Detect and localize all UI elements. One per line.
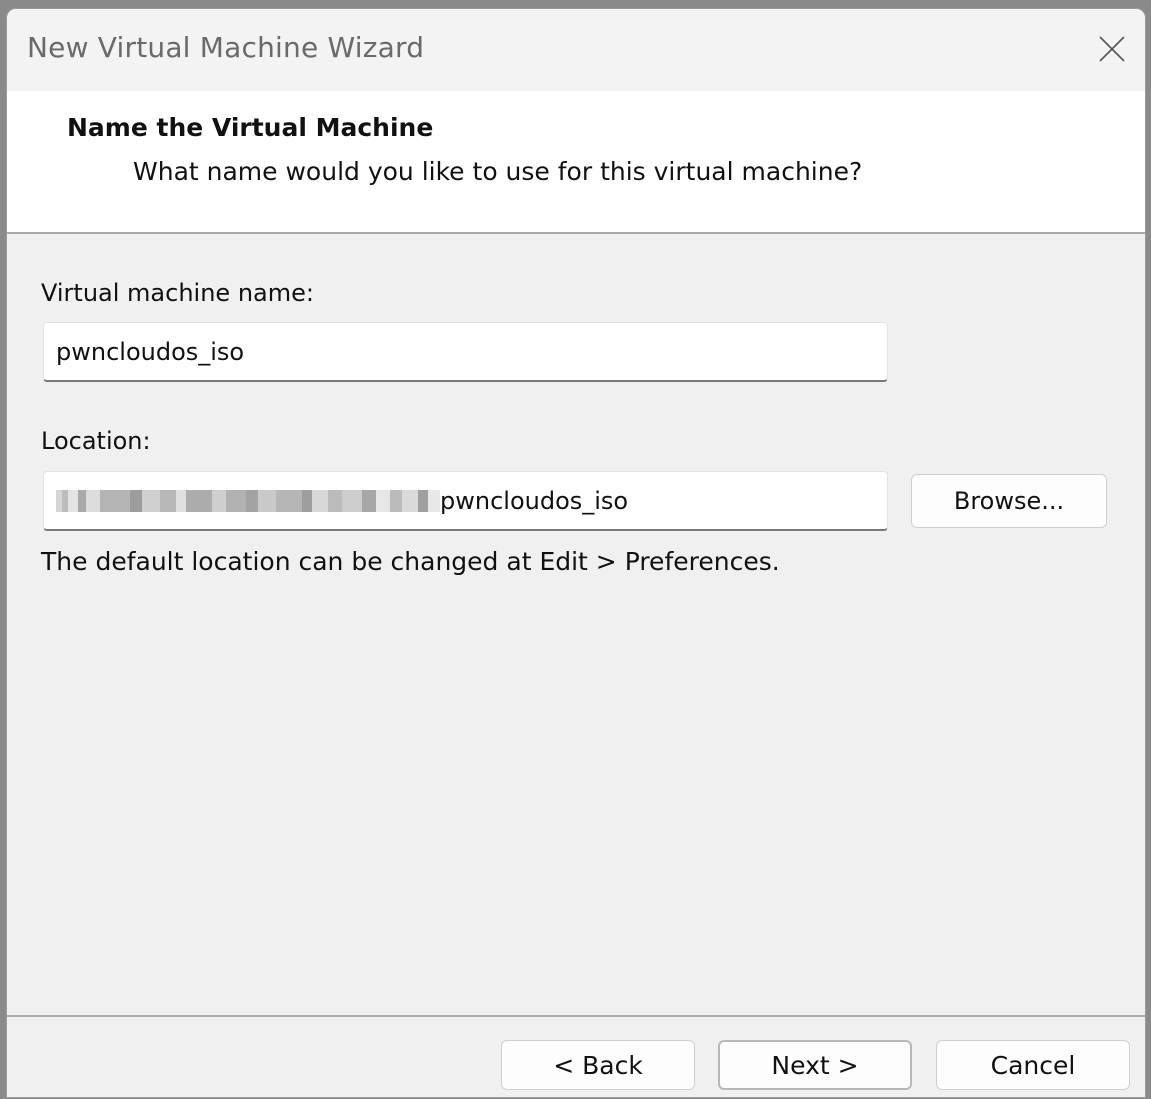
- wizard-header: Name the Virtual Machine What name would…: [7, 91, 1145, 234]
- location-hint: The default location can be changed at E…: [41, 547, 780, 576]
- vm-name-label: Virtual machine name:: [41, 279, 314, 307]
- location-value: pwncloudos_iso: [440, 486, 629, 515]
- location-path-redacted: [56, 489, 440, 512]
- page-subtitle: What name would you like to use for this…: [133, 157, 863, 186]
- wizard-window: New Virtual Machine Wizard Name the Virt…: [6, 8, 1146, 1098]
- window-title: New Virtual Machine Wizard: [27, 31, 425, 64]
- title-bar: New Virtual Machine Wizard: [7, 9, 1145, 91]
- vm-name-input[interactable]: pwncloudos_iso: [43, 322, 888, 382]
- footer-divider: [7, 1015, 1145, 1017]
- close-icon: [1099, 36, 1125, 62]
- location-input[interactable]: pwncloudos_iso: [43, 471, 888, 531]
- back-button[interactable]: < Back: [501, 1040, 695, 1090]
- location-label: Location:: [41, 427, 151, 455]
- vm-name-value: pwncloudos_iso: [56, 337, 245, 366]
- close-button[interactable]: [1075, 9, 1145, 91]
- page-title: Name the Virtual Machine: [67, 113, 434, 142]
- browse-button[interactable]: Browse...: [911, 474, 1107, 528]
- next-button[interactable]: Next >: [718, 1040, 912, 1090]
- cancel-button[interactable]: Cancel: [936, 1040, 1130, 1090]
